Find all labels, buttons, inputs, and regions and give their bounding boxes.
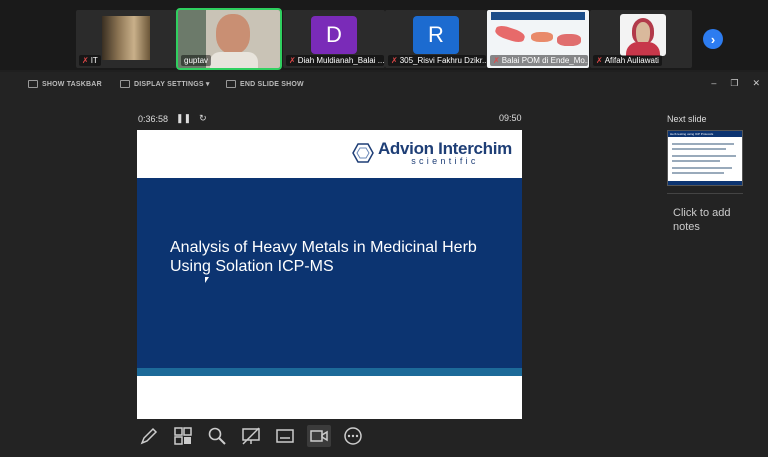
camera-icon: [310, 430, 328, 442]
presenter-toolbar: SHOW TASKBAR DISPLAY SETTINGS ▾ END SLID…: [0, 78, 768, 94]
more-options-icon: [344, 427, 362, 445]
end-slide-show-button[interactable]: END SLIDE SHOW: [226, 80, 304, 88]
advion-logo: Advion Interchim scientific: [352, 140, 512, 166]
elapsed-time: 0:36:58: [138, 113, 169, 124]
next-slide-label: Next slide: [667, 114, 707, 124]
end-show-icon: [226, 80, 236, 88]
avatar: R: [413, 16, 459, 54]
display-icon: [120, 80, 130, 88]
presenter-view: SHOW TASKBAR DISPLAY SETTINGS ▾ END SLID…: [0, 72, 768, 457]
camera-button[interactable]: [307, 425, 331, 447]
zoom-icon: [208, 427, 226, 445]
banner-graphic: [491, 12, 585, 20]
participant-name: Diah Muldianah_Balai ...: [297, 56, 384, 65]
participant-name: IT: [90, 56, 98, 65]
mic-muted-icon: ✗: [493, 56, 500, 65]
participant-tile-active[interactable]: guptav: [176, 8, 282, 70]
current-time: 09:50: [499, 113, 522, 123]
participant-name: guptav: [184, 56, 209, 65]
chevron-right-icon: ›: [710, 31, 716, 47]
participant-name: 305_Risvi Fakhru Dzikr...: [399, 56, 486, 65]
divider: [667, 193, 743, 194]
participant-name: Balai POM di Ende_Mo...: [501, 56, 588, 65]
more-options-button[interactable]: [341, 425, 365, 447]
slide-timer: 0:36:58 ❚❚ ↻: [138, 113, 207, 124]
participant-photo: [620, 14, 666, 56]
black-screen-button[interactable]: [239, 425, 263, 447]
pen-tool-button[interactable]: [137, 425, 161, 447]
taskbar-icon: [28, 80, 38, 88]
speaker-notes[interactable]: Click to add notes: [673, 206, 753, 234]
mic-muted-icon: ✗: [289, 56, 296, 65]
next-slide-title: Herb testing using ICP Protocols: [670, 132, 714, 136]
next-slide-thumbnail[interactable]: Herb testing using ICP Protocols: [667, 130, 743, 186]
participant-tile[interactable]: ✗ IT: [76, 10, 178, 68]
restore-icon[interactable]: ❐: [730, 78, 738, 89]
subtitles-button[interactable]: [273, 425, 297, 447]
slide-accent-stripe: [137, 368, 522, 376]
participant-tile[interactable]: R ✗ 305_Risvi Fakhru Dzikr...: [385, 10, 487, 68]
participant-name: Afifah Auliawati: [604, 56, 659, 65]
participant-tile[interactable]: D ✗ Diah Muldianah_Balai ...: [283, 10, 385, 68]
see-all-slides-button[interactable]: [171, 425, 195, 447]
map-graphic: [493, 23, 527, 45]
slide-title: Analysis of Heavy Metals in Medicinal He…: [170, 239, 477, 275]
current-slide[interactable]: Advion Interchim scientific Analysis of …: [137, 130, 522, 419]
pause-icon[interactable]: ❚❚: [176, 113, 191, 124]
pen-icon: [140, 427, 158, 445]
minimize-icon[interactable]: –: [711, 78, 716, 89]
zoom-button[interactable]: [205, 425, 229, 447]
close-icon[interactable]: ✕: [752, 78, 760, 89]
display-settings-button[interactable]: DISPLAY SETTINGS ▾: [120, 80, 210, 88]
participant-photo: [102, 16, 150, 60]
participant-tile[interactable]: ✗ Afifah Auliawati: [590, 10, 692, 68]
mic-muted-icon: ✗: [391, 56, 398, 65]
show-taskbar-button[interactable]: SHOW TASKBAR: [28, 80, 102, 88]
next-participants-button[interactable]: ›: [703, 29, 723, 49]
presenter-tools: [137, 425, 365, 447]
black-screen-icon: [242, 427, 260, 445]
mouse-cursor: [205, 277, 209, 283]
see-all-slides-icon: [174, 427, 192, 445]
avatar: D: [311, 16, 357, 54]
mic-muted-icon: ✗: [596, 56, 603, 65]
participant-tile[interactable]: ✗ Balai POM di Ende_Mo...: [487, 10, 589, 68]
subtitles-icon: [276, 429, 294, 443]
hexagon-logo-icon: [352, 143, 374, 163]
mic-muted-icon: ✗: [82, 56, 89, 65]
reset-timer-icon[interactable]: ↻: [199, 113, 207, 124]
zoom-meeting-window: ✗ IT guptav D ✗ Diah Muldianah_Balai ... R…: [0, 0, 768, 457]
participant-strip: ✗ IT guptav D ✗ Diah Muldianah_Balai ... R…: [0, 0, 768, 70]
